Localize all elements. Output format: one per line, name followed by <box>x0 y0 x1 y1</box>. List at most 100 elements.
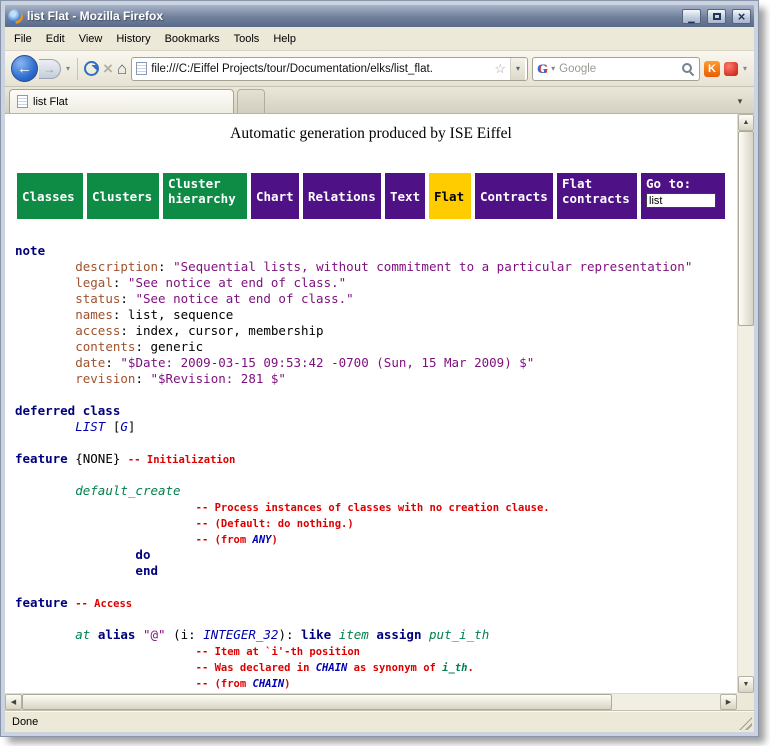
nav-button-chart[interactable]: Chart <box>251 173 299 219</box>
goto-input[interactable] <box>646 193 716 208</box>
code-text: "Sequential lists, without commitment to… <box>173 259 692 274</box>
stop-icon[interactable]: × <box>103 60 113 77</box>
feature-link[interactable]: i_th <box>442 662 467 674</box>
code-line: feature {NONE} -- Initialization <box>15 451 737 467</box>
feature-link[interactable]: put_i_th <box>429 627 489 642</box>
bookmark-star-icon[interactable]: ☆ <box>494 61 506 77</box>
home-icon[interactable]: ⌂ <box>117 60 127 77</box>
code-text: "$Date: 2009-03-15 09:53:42 -0700 (Sun, … <box>120 355 534 370</box>
class-link[interactable]: INTEGER_32 <box>203 627 278 642</box>
vertical-scroll-thumb[interactable] <box>738 131 754 326</box>
menu-item-bookmarks[interactable]: Bookmarks <box>158 29 227 49</box>
tab-stub[interactable] <box>237 89 265 113</box>
addon-dropdown-icon[interactable]: ▾ <box>742 64 748 73</box>
menu-item-help[interactable]: Help <box>266 29 303 49</box>
code-text <box>90 627 98 642</box>
code-text <box>15 307 75 322</box>
code-line: names: list, sequence <box>15 307 737 323</box>
menu-item-view[interactable]: View <box>72 29 110 49</box>
horizontal-scroll-track[interactable] <box>612 694 720 710</box>
nav-button-label: Contracts <box>480 189 548 204</box>
nav-button-label: Text <box>390 189 420 204</box>
class-link[interactable]: LIST <box>75 419 105 434</box>
nav-button-clusters[interactable]: Clusters <box>87 173 159 219</box>
code-text: (i: <box>166 627 204 642</box>
code-block: note description: "Sequential lists, wit… <box>15 243 737 691</box>
code-line <box>15 579 737 595</box>
search-placeholder[interactable]: Google <box>559 63 678 75</box>
feature-link[interactable]: item <box>339 627 369 642</box>
code-text <box>15 627 75 642</box>
tab-list-flat[interactable]: list Flat <box>9 89 234 113</box>
history-dropdown-icon[interactable]: ▾ <box>65 64 71 73</box>
url-text[interactable]: file:///C:/Eiffel Projects/tour/Document… <box>151 63 490 75</box>
code-text <box>15 659 196 674</box>
search-engine-dropdown-icon[interactable]: ▾ <box>550 64 556 73</box>
nav-button-contracts[interactable]: Contracts <box>475 173 553 219</box>
code-text: : <box>158 259 173 274</box>
menu-item-tools[interactable]: Tools <box>227 29 267 49</box>
horizontal-scrollbar[interactable]: ◀ ▶ <box>5 693 737 710</box>
code-text <box>15 547 135 562</box>
code-line: -- Item at `i'-th position <box>15 643 737 659</box>
resize-grip[interactable] <box>739 717 752 730</box>
code-text <box>15 483 75 498</box>
nav-button-flat[interactable]: Flat <box>429 173 471 219</box>
feature-link[interactable]: default_create <box>75 483 180 498</box>
menu-item-edit[interactable]: Edit <box>39 29 72 49</box>
code-text: ): <box>278 627 301 642</box>
horizontal-scroll-thumb[interactable] <box>22 694 612 710</box>
nav-button-text[interactable]: Text <box>385 173 425 219</box>
code-text: as synonym of <box>347 662 442 674</box>
nav-button-classes[interactable]: Classes <box>17 173 83 219</box>
list-all-tabs-button[interactable]: ▾ <box>730 89 750 113</box>
nav-button-flat-contracts[interactable]: Flat contracts <box>557 173 637 219</box>
nav-button-relations[interactable]: Relations <box>303 173 381 219</box>
address-bar[interactable]: file:///C:/Eiffel Projects/tour/Document… <box>131 57 528 81</box>
class-link[interactable]: CHAIN <box>316 662 348 674</box>
back-button[interactable]: ← <box>11 55 38 82</box>
class-link[interactable]: CHAIN <box>253 678 285 690</box>
code-text <box>15 563 135 578</box>
arrow-up-icon: ▲ <box>743 119 750 126</box>
vertical-scroll-track[interactable] <box>738 326 754 676</box>
code-text <box>15 515 196 530</box>
navigation-toolbar: ← → ▾ × ⌂ file:///C:/Eiffel Projects/tou… <box>5 51 754 87</box>
class-link[interactable]: ANY <box>253 534 272 546</box>
title-bar[interactable]: list Flat - Mozilla Firefox ▁ × <box>5 5 754 27</box>
code-line: -- Process instances of classes with no … <box>15 499 737 515</box>
code-text: "@" <box>143 627 166 642</box>
nav-button-cluster-hierarchy[interactable]: Cluster hierarchy <box>163 173 247 219</box>
nav-button-go-to[interactable]: Go to: <box>641 173 725 219</box>
search-bar[interactable]: G ▾ Google <box>532 57 700 81</box>
addon-shield-icon[interactable] <box>724 62 738 76</box>
close-button[interactable]: × <box>732 9 751 24</box>
addon-k-icon[interactable]: K <box>704 61 720 77</box>
code-line: at alias "@" (i: INTEGER_32): like item … <box>15 627 737 643</box>
code-line: deferred class <box>15 403 737 419</box>
menu-item-file[interactable]: File <box>7 29 39 49</box>
scroll-down-button[interactable]: ▼ <box>738 676 754 693</box>
scroll-right-button[interactable]: ▶ <box>720 694 737 710</box>
code-text <box>15 355 75 370</box>
tab-bar: list Flat ▾ <box>5 87 754 114</box>
minimize-icon: ▁ <box>688 15 694 23</box>
code-text: names <box>75 307 113 322</box>
forward-button[interactable]: → <box>39 59 61 79</box>
close-icon: × <box>738 10 746 23</box>
class-link[interactable]: G <box>120 419 128 434</box>
scroll-up-button[interactable]: ▲ <box>738 114 754 131</box>
maximize-button[interactable] <box>707 9 726 24</box>
menu-item-history[interactable]: History <box>109 29 157 49</box>
vertical-scrollbar[interactable]: ▲ ▼ <box>737 114 754 693</box>
scroll-left-button[interactable]: ◀ <box>5 694 22 710</box>
minimize-button[interactable]: ▁ <box>682 9 701 24</box>
url-dropdown-button[interactable]: ▾ <box>510 58 525 80</box>
search-icon[interactable] <box>681 62 695 76</box>
code-line: LIST [G] <box>15 419 737 435</box>
feature-link[interactable]: at <box>75 627 90 642</box>
code-text <box>15 275 75 290</box>
firefox-logo-icon <box>8 9 23 24</box>
menu-bar: FileEditViewHistoryBookmarksToolsHelp <box>5 27 754 51</box>
reload-icon[interactable] <box>84 61 99 76</box>
